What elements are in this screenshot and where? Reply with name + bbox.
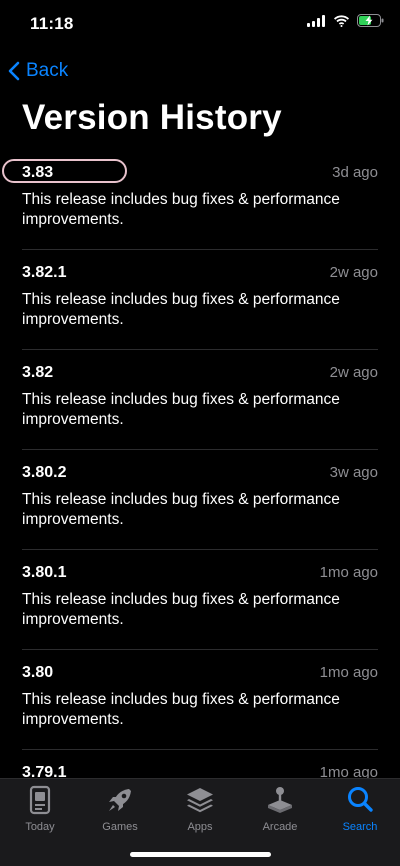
version-notes: This release includes bug fixes & perfor… [22, 591, 340, 628]
tab-today[interactable]: Today [0, 785, 80, 835]
highlight-ring [2, 159, 127, 183]
tab-arcade[interactable]: Arcade [240, 785, 320, 835]
version-number: 3.80 [22, 664, 54, 681]
today-icon [29, 785, 51, 815]
battery-charging-icon [357, 14, 384, 27]
search-icon [348, 787, 373, 812]
version-item: 3.82.1 2w ago This release includes bug … [22, 250, 378, 350]
version-date: 2w ago [329, 364, 378, 381]
apps-stack-icon [187, 788, 213, 813]
version-item: 3.82 2w ago This release includes bug fi… [22, 350, 378, 450]
version-number: 3.79.1 [22, 764, 67, 778]
version-item: 3.80 1mo ago This release includes bug f… [22, 650, 378, 750]
status-icons [307, 14, 384, 27]
version-date: 3w ago [329, 464, 378, 481]
tab-search[interactable]: Search [320, 785, 400, 835]
tab-label: Arcade [262, 821, 298, 833]
page-title: Version History [22, 98, 282, 137]
version-number: 3.83 [22, 164, 54, 181]
tab-label: Today [25, 821, 55, 833]
back-label: Back [26, 60, 69, 81]
version-notes: This release includes bug fixes & perfor… [22, 491, 340, 528]
chevron-left-icon [8, 61, 20, 81]
version-notes: This release includes bug fixes & perfor… [22, 191, 340, 228]
home-indicator[interactable] [130, 852, 271, 857]
version-date: 3d ago [332, 164, 378, 181]
rocket-icon [109, 789, 131, 811]
version-notes: This release includes bug fixes & perfor… [22, 391, 340, 428]
version-item: 3.80.2 3w ago This release includes bug … [22, 450, 378, 550]
status-bar: 11:18 [0, 0, 400, 48]
tab-games[interactable]: Games [80, 785, 160, 835]
version-number: 3.80.1 [22, 564, 67, 581]
version-number: 3.82.1 [22, 264, 67, 281]
status-time: 11:18 [30, 14, 74, 33]
version-item: 3.80.1 1mo ago This release includes bug… [22, 550, 378, 650]
version-date: 1mo ago [319, 664, 378, 681]
version-date: 1mo ago [319, 564, 378, 581]
tab-label: Search [342, 821, 378, 833]
version-number: 3.80.2 [22, 464, 67, 481]
tab-apps[interactable]: Apps [160, 785, 240, 835]
tab-label: Apps [187, 821, 213, 833]
version-date: 1mo ago [319, 764, 378, 778]
tab-label: Games [102, 821, 138, 833]
version-item: 3.79.1 1mo ago [22, 750, 378, 778]
version-notes: This release includes bug fixes & perfor… [22, 691, 340, 728]
joystick-icon [268, 787, 292, 813]
version-history-list[interactable]: 3.83 3d ago This release includes bug fi… [0, 150, 400, 778]
version-number: 3.82 [22, 364, 54, 381]
version-date: 2w ago [329, 264, 378, 281]
version-item: 3.83 3d ago This release includes bug fi… [2, 150, 378, 250]
wifi-icon [334, 14, 349, 27]
cellular-signal-icon [307, 14, 325, 27]
back-button[interactable]: Back [8, 57, 68, 85]
version-notes: This release includes bug fixes & perfor… [22, 291, 340, 328]
